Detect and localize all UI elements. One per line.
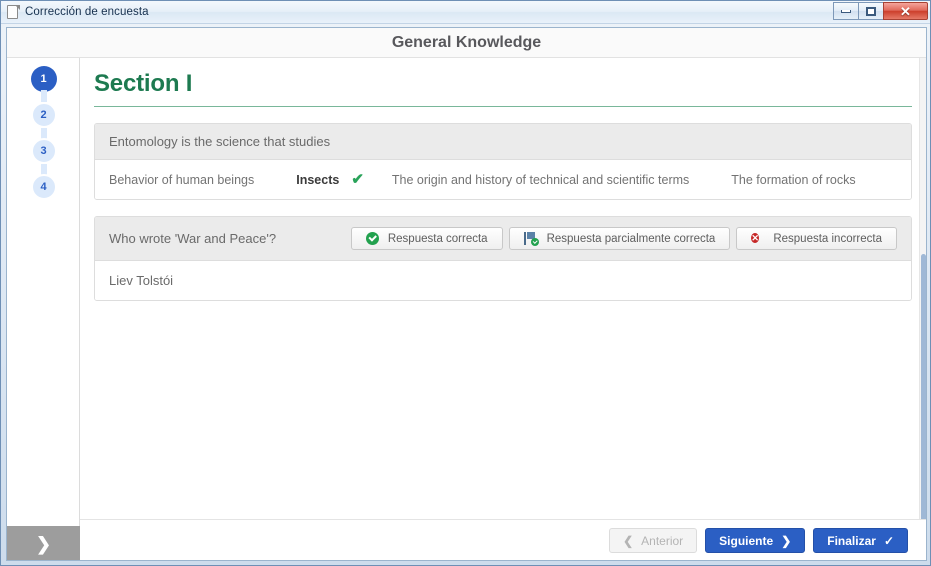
sidebar-step-1[interactable]: 1 bbox=[30, 66, 57, 102]
scrollbar-thumb[interactable] bbox=[921, 254, 926, 554]
check-icon: ✓ bbox=[883, 533, 894, 548]
document-icon bbox=[7, 4, 20, 20]
next-button[interactable]: Siguiente ❯ bbox=[705, 528, 806, 553]
question-header: Entomology is the science that studies bbox=[95, 124, 911, 160]
option-list: Behavior of human beings Insects ✔ The o… bbox=[109, 172, 897, 187]
application-window: Corrección de encuesta ✕ General Knowled… bbox=[0, 0, 931, 566]
question-prompt: Who wrote 'War and Peace'? bbox=[109, 231, 277, 246]
x-circle-icon: ✕ bbox=[751, 233, 759, 243]
minimize-icon bbox=[841, 9, 851, 13]
option-label: Insects bbox=[296, 172, 340, 187]
close-icon: ✕ bbox=[900, 3, 911, 19]
maximize-icon bbox=[866, 6, 876, 16]
step-sidebar: 1 2 3 4 ❯ bbox=[7, 58, 80, 560]
page-title: General Knowledge bbox=[391, 33, 542, 51]
sidebar-step-2[interactable]: 2 bbox=[30, 102, 57, 140]
option-item[interactable]: Behavior of human beings bbox=[109, 173, 254, 187]
sidebar-step-4[interactable]: 4 bbox=[30, 174, 57, 200]
next-label: Siguiente bbox=[719, 533, 774, 548]
grade-label: Respuesta parcialmente correcta bbox=[546, 232, 716, 245]
title-bar: Corrección de encuesta ✕ bbox=[1, 1, 930, 24]
grade-label: Respuesta incorrecta bbox=[773, 232, 882, 245]
question-card-2: Who wrote 'War and Peace'? Respuesta cor… bbox=[94, 216, 912, 301]
check-circle-icon bbox=[365, 232, 379, 245]
option-label: The formation of rocks bbox=[731, 172, 856, 187]
vertical-scrollbar[interactable] bbox=[919, 58, 926, 560]
option-label: Behavior of human beings bbox=[109, 172, 255, 187]
app-header: General Knowledge bbox=[7, 28, 926, 58]
minimize-button[interactable] bbox=[833, 2, 859, 20]
step-list: 1 2 3 4 bbox=[7, 66, 80, 210]
step-number: 1 bbox=[40, 73, 47, 85]
option-item-selected[interactable]: Insects ✔ bbox=[296, 172, 364, 187]
step-connector bbox=[40, 90, 47, 102]
question-header: Who wrote 'War and Peace'? Respuesta cor… bbox=[95, 217, 911, 261]
previous-button[interactable]: ❮ Anterior bbox=[609, 528, 698, 553]
sidebar-step-3[interactable]: 3 bbox=[30, 138, 57, 176]
answer-text: Liev Tolstói bbox=[109, 273, 174, 288]
option-item[interactable]: The formation of rocks bbox=[731, 173, 855, 187]
window-controls: ✕ bbox=[833, 2, 928, 20]
check-icon: ✔ bbox=[351, 171, 364, 188]
client-area: General Knowledge 1 2 3 4 ❯ Section I En… bbox=[6, 27, 927, 561]
main-content: Section I Entomology is the science that… bbox=[80, 58, 926, 560]
step-number: 3 bbox=[40, 145, 47, 157]
window-title: Corrección de encuesta bbox=[25, 6, 149, 18]
body-row: 1 2 3 4 ❯ Section I Entomology is the sc… bbox=[7, 58, 926, 560]
section-title: Section I bbox=[94, 70, 193, 97]
option-label: The origin and history of technical and … bbox=[391, 172, 690, 187]
finish-label: Finalizar bbox=[827, 533, 876, 548]
chevron-right-icon: ❯ bbox=[35, 533, 52, 554]
step-number: 2 bbox=[40, 109, 47, 121]
answer-body: Liev Tolstói bbox=[95, 261, 911, 300]
grade-label: Respuesta correcta bbox=[387, 232, 488, 245]
grade-button-group: Respuesta correcta Respuesta parcialment… bbox=[350, 227, 897, 250]
mark-correct-button[interactable]: Respuesta correcta bbox=[350, 227, 503, 250]
mark-partial-button[interactable]: Respuesta parcialmente correcta bbox=[508, 227, 731, 250]
maximize-button[interactable] bbox=[858, 2, 884, 20]
step-number: 4 bbox=[40, 181, 47, 193]
flag-check-icon bbox=[523, 232, 539, 246]
option-item[interactable]: The origin and history of technical and … bbox=[392, 173, 689, 187]
chevron-left-icon: ❮ bbox=[623, 533, 634, 548]
question-body: Behavior of human beings Insects ✔ The o… bbox=[95, 160, 911, 199]
expand-sidebar-button[interactable]: ❯ bbox=[7, 526, 80, 560]
question-prompt: Entomology is the science that studies bbox=[109, 134, 331, 149]
section-divider bbox=[94, 106, 912, 107]
close-button[interactable]: ✕ bbox=[883, 2, 928, 20]
footer-toolbar: ❮ Anterior Siguiente ❯ Finalizar ✓ bbox=[80, 519, 926, 560]
previous-label: Anterior bbox=[641, 533, 684, 548]
mark-incorrect-button[interactable]: ✕ Respuesta incorrecta bbox=[736, 227, 897, 250]
chevron-right-icon: ❯ bbox=[781, 533, 792, 548]
question-card-1: Entomology is the science that studies B… bbox=[94, 123, 912, 200]
finish-button[interactable]: Finalizar ✓ bbox=[813, 528, 908, 553]
